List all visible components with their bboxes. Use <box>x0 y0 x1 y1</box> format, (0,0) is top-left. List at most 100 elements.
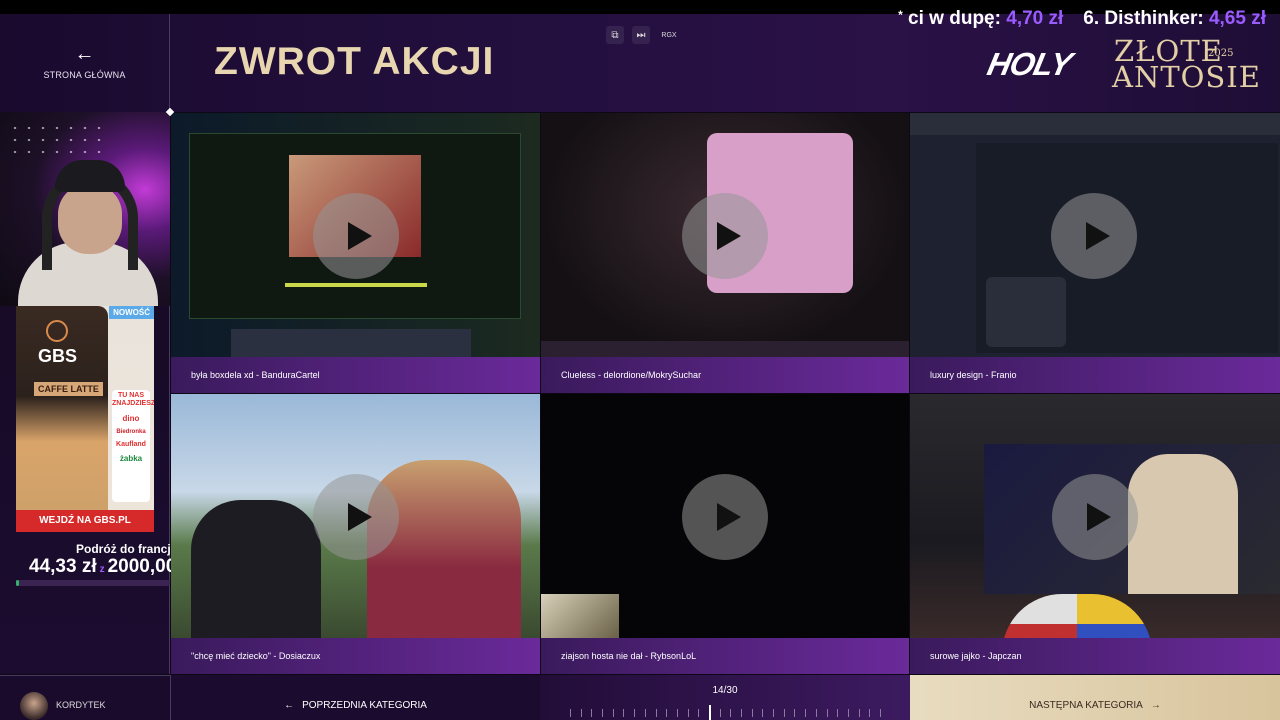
video-caption: była boxdela xd - BanduraCartel <box>171 357 540 393</box>
sponsor-ad[interactable]: GBS CAFFE LATTE NOWOŚĆ TU NAS ZNAJDZIESZ… <box>16 306 154 532</box>
thumb-person-right <box>367 460 521 638</box>
category-counter: 14/30 <box>712 685 738 696</box>
progress-tick-current <box>708 705 711 720</box>
video-card-1[interactable]: była boxdela xd - BanduraCartel <box>171 113 540 393</box>
ticker-amount: 4,70 zł <box>1006 8 1064 29</box>
video-caption: "chcę mieć dziecko" - Dosiaczux <box>171 638 540 674</box>
player-controls: ⧉ ⏭ RGX <box>606 26 680 44</box>
skip-icon[interactable]: ⏭ <box>632 26 650 44</box>
progress-tick <box>687 709 689 717</box>
play-icon[interactable] <box>1052 474 1138 560</box>
progress-tick <box>794 709 796 717</box>
play-icon[interactable] <box>313 474 399 560</box>
progress-tick <box>805 709 807 717</box>
video-card-5[interactable]: ziajson hosta nie dał - RybsonLoL <box>541 394 909 674</box>
store-kaufland: Kaufland <box>116 441 146 448</box>
arrow-left-icon: ← <box>74 43 95 65</box>
user-profile[interactable]: KORDYTEK <box>20 690 106 720</box>
progress-tick <box>773 709 775 717</box>
progress-tick <box>869 709 871 717</box>
ticker-item: * ci w dupę: 4,70 zł <box>898 8 1063 30</box>
progress-tick <box>847 709 849 717</box>
store-biedronka: Biedronka <box>116 429 146 435</box>
goal-separator: z <box>99 564 105 575</box>
progress-tick <box>730 709 732 717</box>
thumb-chat <box>986 277 1066 347</box>
avatar <box>20 692 48 720</box>
ticker-item: 6. Disthinker: 4,65 zł <box>1083 8 1266 30</box>
store-zabka: żabka <box>119 454 143 463</box>
play-icon[interactable] <box>682 193 768 279</box>
video-card-3[interactable]: luxury design - Franio <box>910 113 1280 393</box>
progress-tick <box>880 709 881 717</box>
ad-cta-button[interactable]: WEJDŹ NA GBS.PL <box>16 510 154 532</box>
play-icon[interactable] <box>313 193 399 279</box>
ad-stores: TU NAS ZNAJDZIESZ dino Biedronka Kauflan… <box>112 390 154 502</box>
progress-tick <box>741 709 743 717</box>
next-category-label: NASTĘPNA KATEGORIA <box>1029 700 1143 711</box>
ad-brand: GBS <box>38 346 78 366</box>
progress-tick <box>666 709 668 717</box>
thumb-person <box>1128 454 1238 594</box>
progress-tick <box>676 709 678 717</box>
progress-tick <box>623 709 625 717</box>
thumb-progress <box>285 283 427 287</box>
progress-tick <box>612 709 614 717</box>
home-label: STRONA GŁÓWNA <box>43 70 126 80</box>
video-thumbnail <box>910 394 1280 638</box>
streamer-webcam <box>0 112 170 306</box>
store-dino: dino <box>122 414 140 423</box>
username: KORDYTEK <box>56 700 106 710</box>
rgx-button[interactable]: RGX <box>658 26 680 44</box>
progress-tick <box>719 709 721 717</box>
progress-tick <box>815 709 817 717</box>
progress-tick <box>644 709 646 717</box>
progress-ticks <box>570 705 881 720</box>
progress-tick <box>602 709 604 717</box>
progress-tick <box>591 709 593 717</box>
goal-progress-bar <box>16 580 170 586</box>
thumb-person-left <box>191 500 321 638</box>
webcam-face <box>58 184 122 254</box>
arrow-right-icon: → <box>1150 700 1161 711</box>
ad-flavor: CAFFE LATTE <box>34 382 103 396</box>
next-category-button[interactable]: NASTĘPNA KATEGORIA → <box>910 675 1280 720</box>
video-caption: luxury design - Franio <box>910 357 1280 393</box>
category-progress: 14/30 <box>540 675 910 720</box>
ticker-amount: 4,65 zł <box>1208 8 1266 29</box>
play-icon[interactable] <box>1051 193 1137 279</box>
stores-header: TU NAS ZNAJDZIESZ <box>112 392 154 407</box>
video-thumbnail <box>541 394 909 638</box>
goal-current: 44,33 zł <box>29 556 97 577</box>
thumb-strip <box>231 329 471 357</box>
video-thumbnail <box>910 113 1280 357</box>
progress-tick <box>783 709 785 717</box>
previous-category-label: POPRZEDNIA KATEGORIA <box>302 700 427 711</box>
previous-category-button[interactable]: ← POPRZEDNIA KATEGORIA <box>170 675 540 720</box>
thumb-small-cam <box>541 594 619 638</box>
play-icon[interactable] <box>682 474 768 560</box>
progress-tick <box>655 709 657 717</box>
video-thumbnail <box>171 113 540 357</box>
progress-tick <box>570 709 571 717</box>
thumb-wheel <box>1002 594 1152 638</box>
progress-tick <box>837 709 839 717</box>
progress-tick <box>634 709 636 717</box>
home-button[interactable]: ← STRONA GŁÓWNA <box>0 14 170 112</box>
video-card-2[interactable]: Clueless - delordione/MokrySuchar <box>541 113 909 393</box>
video-card-4[interactable]: "chcę mieć dziecko" - Dosiaczux <box>171 394 540 674</box>
progress-tick <box>858 709 860 717</box>
video-caption: Clueless - delordione/MokrySuchar <box>541 357 909 393</box>
logo-antosie: ANTOSIE <box>1112 60 1261 94</box>
background-lights <box>8 122 108 162</box>
thumb-strip <box>541 341 909 357</box>
ticker-name: ci w dupę: <box>902 8 1001 29</box>
progress-tick <box>580 709 582 717</box>
video-card-6[interactable]: surowe jajko - Japczan <box>910 394 1280 674</box>
progress-tick <box>762 709 764 717</box>
popout-icon[interactable]: ⧉ <box>606 26 624 44</box>
video-thumbnail <box>171 394 540 638</box>
progress-tick <box>751 709 753 717</box>
ticker-name: 6. Disthinker: <box>1083 8 1204 29</box>
webcam-cap <box>55 160 125 192</box>
